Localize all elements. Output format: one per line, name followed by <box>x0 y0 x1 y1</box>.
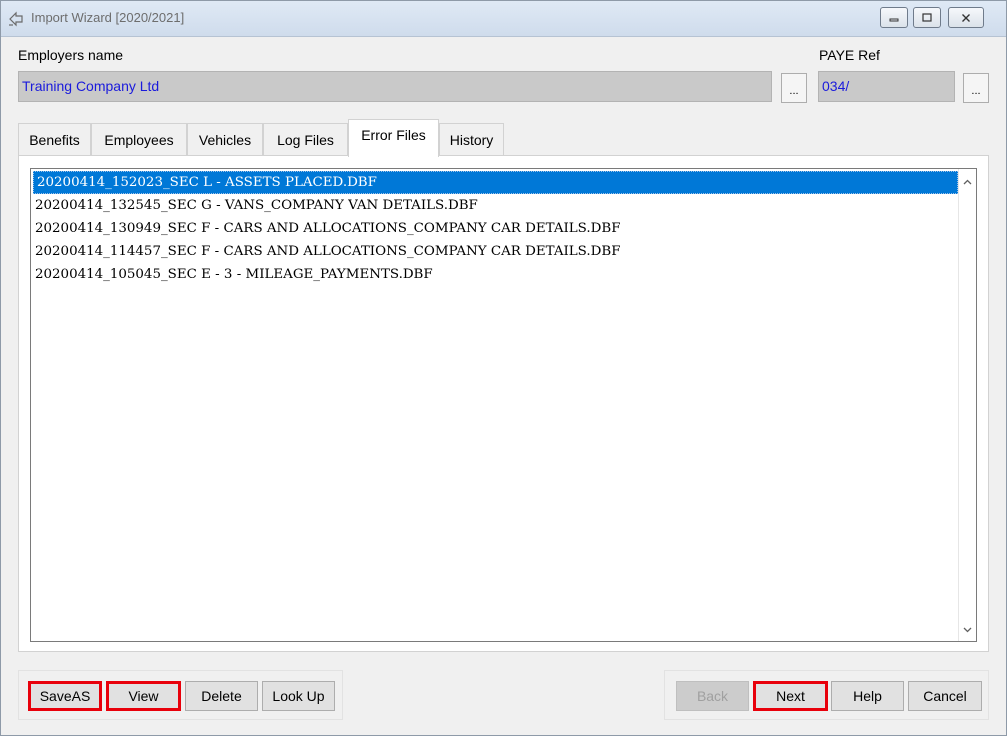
employers-name-field[interactable]: Training Company Ltd <box>18 71 772 102</box>
next-button[interactable]: Next <box>753 681 828 711</box>
maximize-button[interactable] <box>913 7 941 28</box>
maximize-icon <box>922 13 932 22</box>
help-button[interactable]: Help <box>831 681 904 711</box>
close-icon <box>962 13 970 22</box>
cancel-button[interactable]: Cancel <box>908 681 982 711</box>
import-wizard-window: Import Wizard [2020/2021] Employers name… <box>0 0 1007 736</box>
paye-ref-label: PAYE Ref <box>819 47 880 63</box>
list-item[interactable]: 20200414_114457_SEC F - CARS AND ALLOCAT… <box>31 240 958 263</box>
tab-log-files[interactable]: Log Files <box>263 123 348 155</box>
scroll-down-button[interactable] <box>959 621 976 638</box>
close-button[interactable] <box>948 7 984 28</box>
chevron-down-icon <box>963 627 972 632</box>
paye-browse-button[interactable]: ... <box>963 73 989 103</box>
list-item[interactable]: 20200414_130949_SEC F - CARS AND ALLOCAT… <box>31 217 958 240</box>
tab-benefits[interactable]: Benefits <box>18 123 91 155</box>
employers-name-label: Employers name <box>18 47 124 63</box>
import-wizard-icon <box>9 11 23 27</box>
tab-history[interactable]: History <box>439 123 504 155</box>
saveas-button[interactable]: SaveAS <box>28 681 102 711</box>
list-item[interactable]: 20200414_132545_SEC G - VANS_COMPANY VAN… <box>31 194 958 217</box>
tab-vehicles[interactable]: Vehicles <box>187 123 263 155</box>
error-files-list[interactable]: 20200414_152023_SEC L - ASSETS PLACED.DB… <box>30 168 977 642</box>
scroll-up-button[interactable] <box>959 173 976 190</box>
paye-ref-field[interactable]: 034/ <box>818 71 955 102</box>
delete-button[interactable]: Delete <box>185 681 258 711</box>
minimize-button[interactable] <box>880 7 908 28</box>
minimize-icon <box>889 18 899 21</box>
vertical-scrollbar[interactable] <box>958 169 976 641</box>
list-item[interactable]: 20200414_105045_SEC E - 3 - MILEAGE_PAYM… <box>31 263 958 286</box>
list-item[interactable]: 20200414_152023_SEC L - ASSETS PLACED.DB… <box>33 171 958 194</box>
tab-error-files[interactable]: Error Files <box>348 119 439 157</box>
window-title: Import Wizard [2020/2021] <box>31 10 185 25</box>
view-button[interactable]: View <box>106 681 181 711</box>
tab-employees[interactable]: Employees <box>91 123 187 155</box>
look-up-button[interactable]: Look Up <box>262 681 335 711</box>
employer-browse-button[interactable]: ... <box>781 73 807 103</box>
title-bar[interactable]: Import Wizard [2020/2021] <box>1 1 1006 37</box>
chevron-up-icon <box>963 179 972 184</box>
back-button: Back <box>676 681 749 711</box>
